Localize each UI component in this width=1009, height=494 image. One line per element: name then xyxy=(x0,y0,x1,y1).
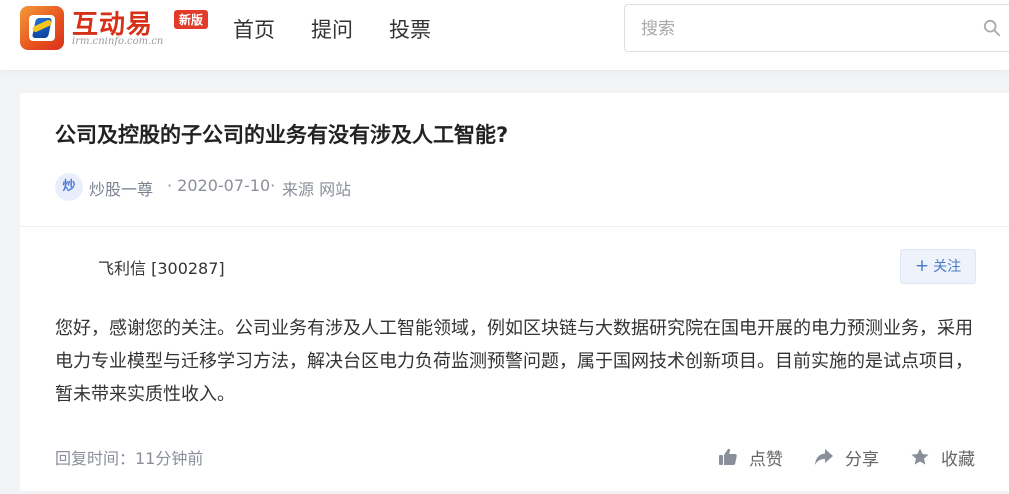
plus-icon: + xyxy=(914,256,930,276)
site-logo[interactable]: 互动易 irm.cninfo.com.cn 新版 xyxy=(20,4,220,52)
follow-label: 关注 xyxy=(933,259,962,275)
logo-domain: irm.cninfo.com.cn xyxy=(72,36,164,47)
star-icon xyxy=(911,448,929,465)
qa-card: 公司及控股的子公司的业务有没有涉及人工智能? 炒 炒股一尊 · 2020-07-… xyxy=(20,93,1009,491)
reply-time: 回复时间：11分钟前 xyxy=(55,449,204,468)
answer-text: 您好，感谢您的关注。公司业务有涉及人工智能领域，例如区块链与大数据研究院在国电开… xyxy=(55,318,973,405)
follow-button[interactable]: + 关注 xyxy=(900,249,976,284)
question-source: 来源 网站 xyxy=(282,180,352,199)
question-title: 公司及控股的子公司的业务有没有涉及人工智能? xyxy=(55,123,509,147)
divider xyxy=(20,226,1009,227)
new-version-badge: 新版 xyxy=(174,10,209,29)
share-icon xyxy=(815,449,833,465)
answer-company[interactable]: 飞利信 [300287] xyxy=(98,255,225,279)
nav-item-home[interactable]: 首页 xyxy=(233,14,275,44)
avatar[interactable]: 炒 xyxy=(55,173,83,201)
nav-item-ask[interactable]: 提问 xyxy=(311,14,353,44)
share-label: 分享 xyxy=(845,450,879,470)
question-author[interactable]: 炒股一尊 xyxy=(89,176,153,200)
favorite-label: 收藏 xyxy=(941,450,975,470)
search-icon[interactable] xyxy=(983,19,1001,37)
search-input[interactable] xyxy=(641,17,961,41)
top-header: 互动易 irm.cninfo.com.cn 新版 首页 提问 投票 xyxy=(0,0,1009,70)
question-meta: 炒 炒股一尊 · 2020-07-10· 来源 网站 xyxy=(55,173,655,203)
answer-actions: 点赞 分享 收藏 xyxy=(718,443,988,471)
question-date: · 2020-07-10· xyxy=(167,176,276,195)
nav-item-vote[interactable]: 投票 xyxy=(389,14,431,44)
thumbs-up-icon xyxy=(719,448,737,465)
search-box xyxy=(624,4,1009,52)
like-label: 点赞 xyxy=(749,450,783,470)
logo-mark-icon xyxy=(20,6,64,50)
